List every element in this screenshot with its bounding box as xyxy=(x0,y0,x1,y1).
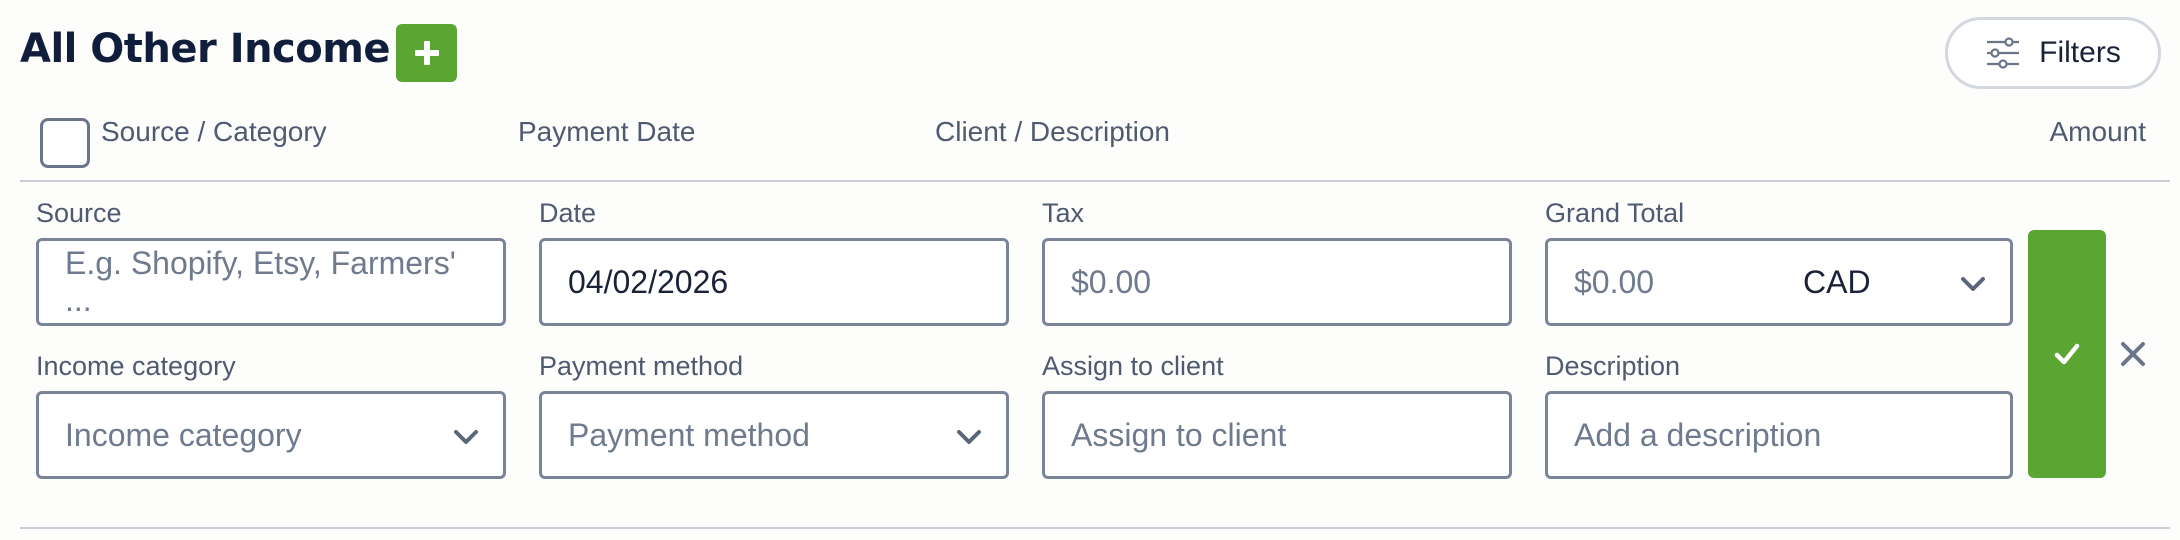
grand-total-input[interactable]: $0.00 xyxy=(1545,238,1780,326)
date-value: 04/02/2026 xyxy=(568,263,729,300)
chevron-down-icon xyxy=(957,430,981,444)
column-payment-date[interactable]: Payment Date xyxy=(518,116,695,148)
check-icon xyxy=(2054,343,2080,365)
select-all-checkbox[interactable] xyxy=(40,118,90,168)
payment-method-select[interactable]: Payment method xyxy=(539,391,1009,479)
date-label: Date xyxy=(539,198,597,228)
row-divider xyxy=(20,527,2170,529)
source-label: Source xyxy=(36,198,122,228)
source-input[interactable]: E.g. Shopify, Etsy, Farmers' ... xyxy=(36,238,506,326)
grand-total-placeholder: $0.00 xyxy=(1574,263,1655,300)
description-input[interactable]: Add a description xyxy=(1545,391,2013,479)
tax-placeholder: $0.00 xyxy=(1071,263,1152,300)
income-category-select[interactable]: Income category xyxy=(36,391,506,479)
currency-value: CAD xyxy=(1803,263,1871,300)
close-icon xyxy=(2121,342,2145,366)
income-category-label: Income category xyxy=(36,351,236,381)
description-label: Description xyxy=(1545,351,1681,381)
assign-client-input[interactable]: Assign to client xyxy=(1042,391,1512,479)
date-input[interactable]: 04/02/2026 xyxy=(539,238,1009,326)
table-header: Source / Category Payment Date Client / … xyxy=(0,100,2180,180)
plus-icon xyxy=(414,41,439,65)
grand-total-label: Grand Total xyxy=(1545,198,1685,228)
source-placeholder: E.g. Shopify, Etsy, Farmers' ... xyxy=(65,245,456,318)
income-category-placeholder: Income category xyxy=(65,416,302,453)
description-placeholder: Add a description xyxy=(1574,416,1822,453)
chevron-down-icon xyxy=(454,430,478,444)
column-client-description[interactable]: Client / Description xyxy=(935,116,1170,148)
save-button[interactable] xyxy=(2028,230,2106,478)
page-title: All Other Income xyxy=(20,26,391,72)
payment-method-placeholder: Payment method xyxy=(568,416,810,453)
filters-label: Filters xyxy=(2039,36,2121,69)
filters-button[interactable]: Filters xyxy=(1945,17,2161,89)
column-source-category[interactable]: Source / Category xyxy=(101,116,327,148)
add-income-button[interactable] xyxy=(396,24,457,82)
payment-method-label: Payment method xyxy=(539,351,744,381)
header-divider xyxy=(20,180,2170,182)
tax-input[interactable]: $0.00 xyxy=(1042,238,1512,326)
cancel-button[interactable] xyxy=(2115,336,2151,372)
currency-select[interactable]: CAD xyxy=(1777,238,2013,326)
tax-label: Tax xyxy=(1042,198,1085,228)
assign-client-label: Assign to client xyxy=(1042,351,1224,381)
column-amount[interactable]: Amount xyxy=(2050,116,2147,148)
assign-client-placeholder: Assign to client xyxy=(1071,416,1287,453)
chevron-down-icon xyxy=(1961,277,1985,291)
sliders-icon xyxy=(1987,37,2020,69)
